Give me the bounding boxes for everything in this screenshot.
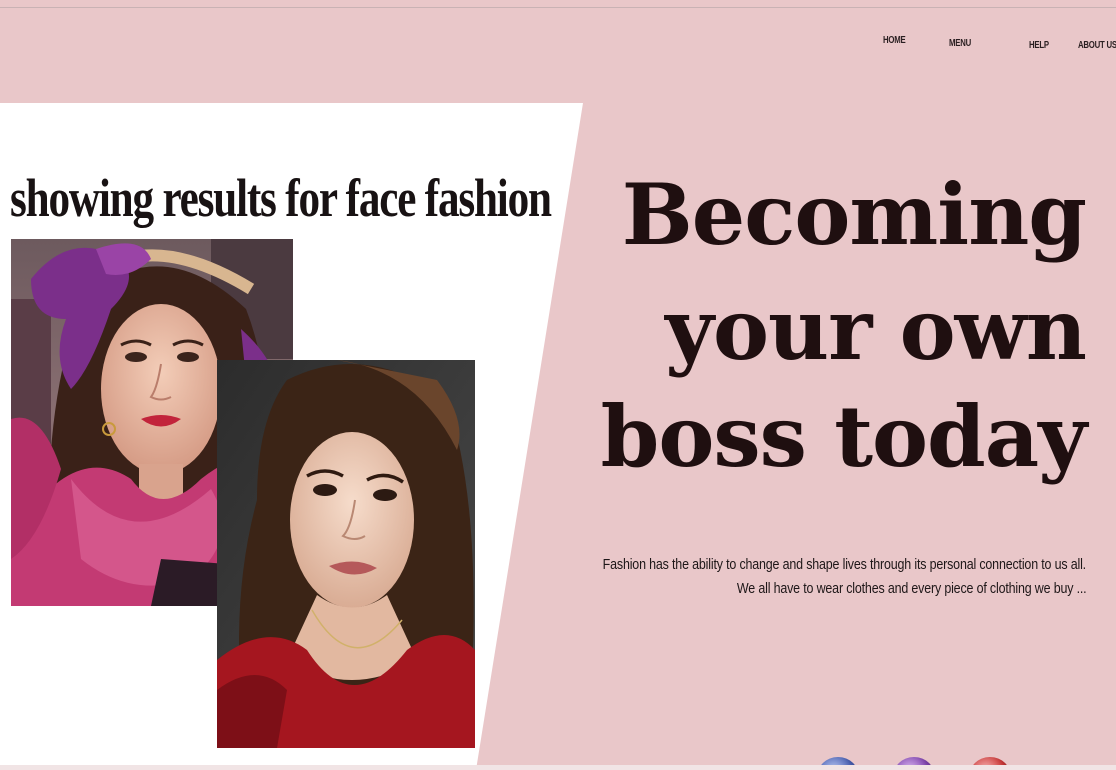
fashion-photo-2-image (217, 360, 475, 748)
bottom-strip (0, 765, 1116, 770)
hero-headline-line-1: Becoming (621, 165, 1087, 264)
nav-help-link[interactable]: HELP (1029, 40, 1049, 51)
fashion-photo-2[interactable] (217, 360, 475, 748)
hero-headline-line-2: your own (665, 280, 1087, 379)
results-heading: showing results for face fashion (10, 168, 552, 229)
landing-page: HOME MENU HELP ABOUT US showing results … (0, 0, 1116, 770)
hero-headline-line-3: boss today (600, 387, 1087, 486)
nav-about-link[interactable]: ABOUT US (1078, 40, 1116, 51)
top-divider (0, 7, 1116, 8)
hero-description-line-1: Fashion has the ability to change and sh… (602, 556, 1086, 573)
nav-home-link[interactable]: HOME (883, 35, 906, 46)
nav-menu-link[interactable]: MENU (949, 38, 971, 49)
hero-description-line-2: We all have to wear clothes and every pi… (736, 580, 1086, 597)
